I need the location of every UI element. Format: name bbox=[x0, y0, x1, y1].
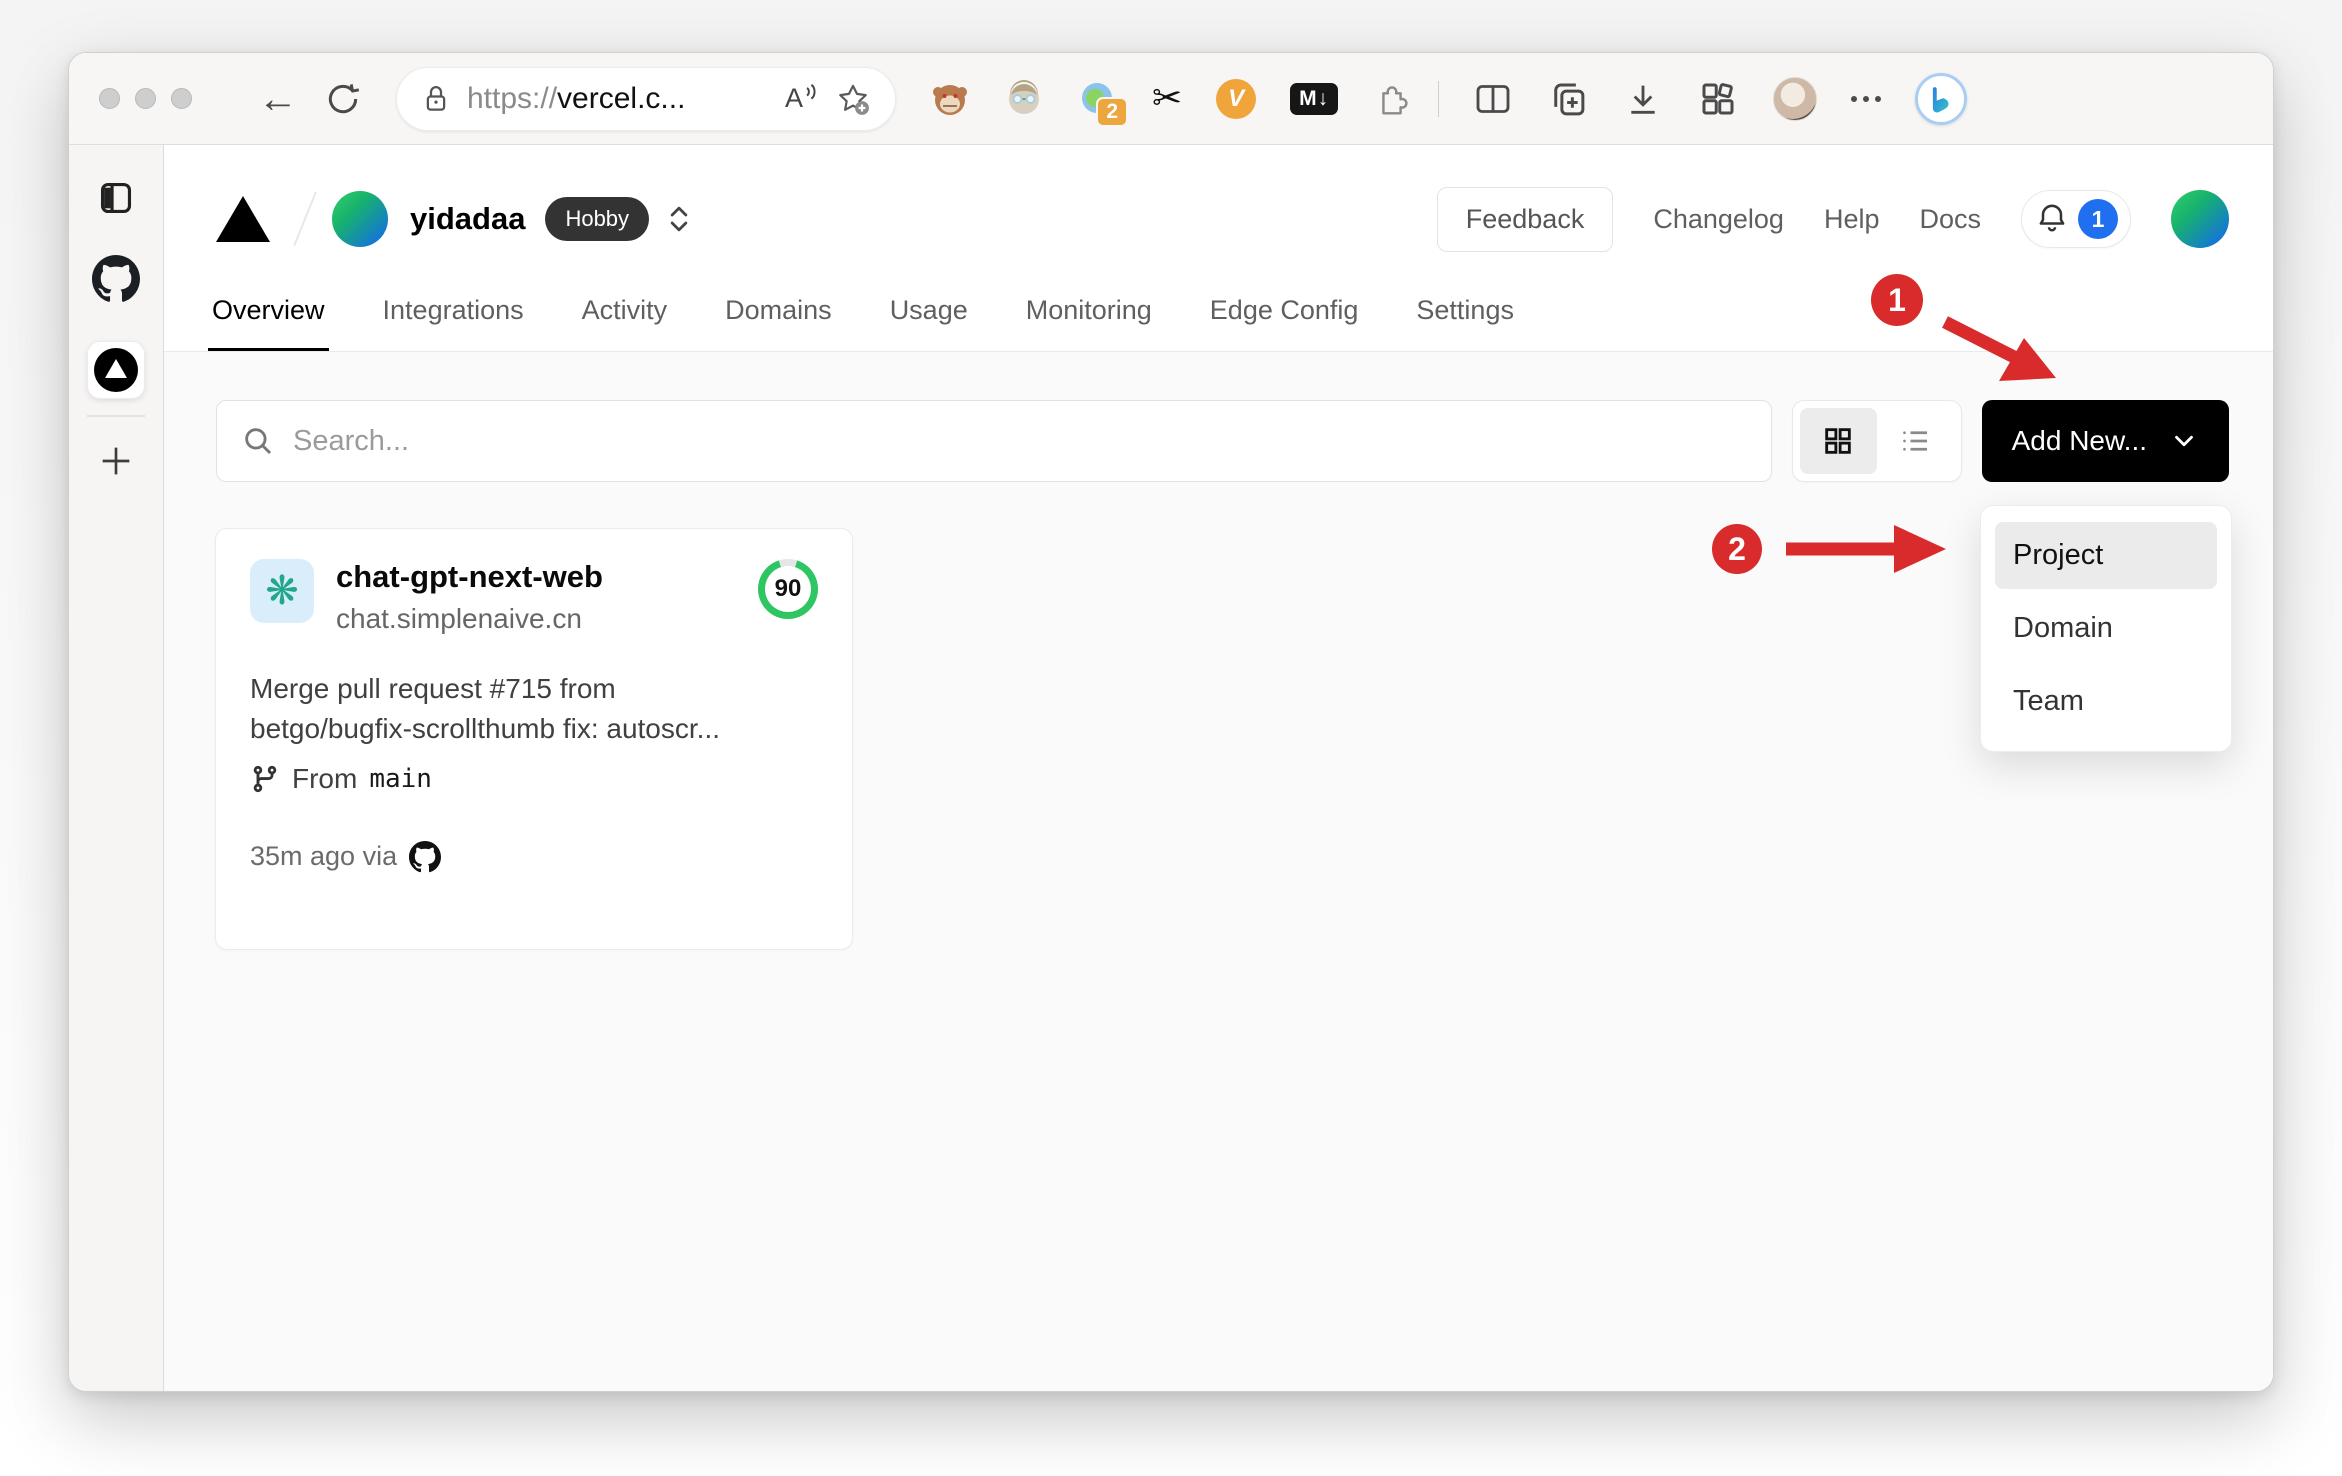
project-name[interactable]: chat-gpt-next-web bbox=[336, 559, 758, 595]
grandma-extension-icon[interactable] bbox=[1004, 79, 1044, 119]
feedback-button[interactable]: Feedback bbox=[1436, 186, 1614, 252]
list-view-icon bbox=[1903, 431, 1928, 451]
tab-integrations[interactable]: Integrations bbox=[379, 295, 528, 351]
menu-item-project[interactable]: Project bbox=[1995, 522, 2217, 589]
downloads-icon[interactable] bbox=[1623, 79, 1663, 119]
minimize-window-button[interactable] bbox=[135, 88, 156, 109]
tab-group-badge: 2 bbox=[1096, 96, 1128, 127]
docs-link[interactable]: Docs bbox=[1919, 204, 1981, 235]
commit-message: Merge pull request #715 from betgo/bugfi… bbox=[250, 669, 818, 749]
notifications-button[interactable]: 1 bbox=[2021, 190, 2131, 248]
edge-sidebar bbox=[69, 145, 164, 1391]
split-screen-icon[interactable] bbox=[1473, 79, 1513, 119]
v-extension-icon[interactable]: V bbox=[1216, 78, 1257, 119]
new-tab-icon[interactable] bbox=[96, 441, 136, 481]
tampermonkey-icon[interactable] bbox=[930, 79, 970, 119]
extensions-area: 2 ✂ V M↓ bbox=[930, 78, 1412, 127]
vertical-tabs-icon[interactable] bbox=[97, 179, 135, 217]
lock-icon[interactable] bbox=[421, 82, 451, 116]
branch-from-label: From bbox=[292, 762, 358, 794]
sidebar-divider bbox=[87, 415, 145, 417]
tab-group-extension-icon[interactable]: 2 bbox=[1078, 79, 1128, 127]
score-ring[interactable]: 90 bbox=[758, 559, 818, 619]
vercel-header: yidadaa Hobby Feedback Changelog Help Do… bbox=[164, 145, 2273, 352]
view-toggle bbox=[1791, 400, 1962, 482]
vercel-logo[interactable] bbox=[216, 196, 270, 242]
tab-domains[interactable]: Domains bbox=[721, 295, 836, 351]
traffic-lights bbox=[99, 88, 192, 109]
v-extension-label: V bbox=[1228, 84, 1245, 112]
tab-settings[interactable]: Settings bbox=[1412, 295, 1518, 351]
tab-edge-config[interactable]: Edge Config bbox=[1206, 295, 1363, 351]
url-text[interactable]: https://vercel.c... bbox=[467, 82, 769, 116]
vercel-icon bbox=[94, 348, 138, 392]
vercel-page: yidadaa Hobby Feedback Changelog Help Do… bbox=[164, 145, 2273, 1391]
read-aloud-letter: A bbox=[784, 83, 803, 113]
add-new-dropdown: Project Domain Team bbox=[1980, 505, 2232, 752]
commit-line-1: Merge pull request #715 from bbox=[250, 673, 616, 704]
tab-overview[interactable]: Overview bbox=[208, 295, 329, 351]
github-icon bbox=[409, 840, 442, 872]
markdown-extension-icon[interactable]: M↓ bbox=[1290, 82, 1339, 115]
plan-badge: Hobby bbox=[545, 197, 650, 241]
browser-window: ← https://vercel.c... A 2 ✂ V M↓ yidadaa… bbox=[68, 52, 2274, 1392]
tab-monitoring[interactable]: Monitoring bbox=[1022, 295, 1156, 351]
extensions-puzzle-icon[interactable] bbox=[1372, 79, 1412, 119]
help-link[interactable]: Help bbox=[1824, 204, 1880, 235]
user-avatar[interactable] bbox=[2171, 190, 2229, 248]
dashboard-body: Add New... ❋ chat-gpt-next-web chat.simp… bbox=[164, 352, 2273, 1391]
deploy-time: 35m ago via bbox=[250, 841, 398, 871]
window-body: yidadaa Hobby Feedback Changelog Help Do… bbox=[69, 145, 2273, 1391]
chevron-down-icon bbox=[2175, 435, 2193, 447]
grid-view-button[interactable] bbox=[1799, 408, 1877, 474]
dashboard-tabs: Overview Integrations Activity Domains U… bbox=[208, 295, 1518, 351]
browser-profile-avatar[interactable] bbox=[1773, 76, 1818, 121]
collections-add-icon[interactable] bbox=[1547, 78, 1589, 120]
git-branch-icon bbox=[253, 765, 277, 792]
toolbar-divider bbox=[1438, 80, 1440, 117]
url-scheme: https:// bbox=[467, 81, 558, 115]
add-new-label: Add New... bbox=[2011, 425, 2147, 456]
toolbar-right-icons bbox=[1473, 72, 1968, 125]
search-icon bbox=[245, 428, 272, 455]
bell-icon bbox=[2039, 204, 2065, 232]
score-value: 90 bbox=[765, 566, 811, 612]
list-view-button[interactable] bbox=[1877, 408, 1954, 474]
markdown-extension-label: M↓ bbox=[1299, 86, 1330, 110]
reload-icon[interactable] bbox=[324, 80, 362, 118]
project-card[interactable]: ❋ chat-gpt-next-web chat.simplenaive.cn … bbox=[215, 528, 853, 950]
back-icon[interactable]: ← bbox=[258, 79, 298, 119]
notification-count-badge: 1 bbox=[2078, 199, 2118, 239]
menu-item-domain[interactable]: Domain bbox=[1995, 595, 2217, 662]
project-search bbox=[216, 400, 1772, 482]
address-bar[interactable]: https://vercel.c... A bbox=[396, 66, 896, 131]
tab-usage[interactable]: Usage bbox=[886, 295, 972, 351]
url-host: vercel.c... bbox=[557, 81, 686, 115]
search-input[interactable] bbox=[293, 424, 1747, 458]
vercel-sidebar-tab[interactable] bbox=[87, 341, 145, 399]
menu-item-team[interactable]: Team bbox=[1995, 668, 2217, 735]
bing-chat-icon[interactable] bbox=[1915, 72, 1968, 125]
team-switcher-icon[interactable] bbox=[667, 203, 691, 235]
github-sidebar-icon[interactable] bbox=[92, 255, 140, 303]
zoom-window-button[interactable] bbox=[171, 88, 192, 109]
add-new-button[interactable]: Add New... bbox=[1981, 400, 2229, 482]
team-name[interactable]: yidadaa bbox=[410, 201, 525, 237]
read-aloud-icon[interactable]: A bbox=[785, 83, 819, 114]
grid-view-icon bbox=[1825, 428, 1851, 454]
breadcrumb-slash bbox=[293, 191, 317, 247]
branch-name: main bbox=[369, 763, 432, 794]
scissors-extension-icon[interactable]: ✂ bbox=[1152, 78, 1182, 119]
apps-launcher-icon[interactable] bbox=[1697, 78, 1739, 120]
team-avatar bbox=[332, 191, 388, 247]
tab-activity[interactable]: Activity bbox=[578, 295, 672, 351]
project-domain[interactable]: chat.simplenaive.cn bbox=[336, 603, 758, 635]
openai-project-icon: ❋ bbox=[250, 559, 314, 623]
more-menu-icon[interactable] bbox=[1851, 95, 1882, 102]
commit-line-2: betgo/bugfix-scrollthumb fix: autoscr... bbox=[250, 712, 720, 744]
changelog-link[interactable]: Changelog bbox=[1653, 204, 1784, 235]
close-window-button[interactable] bbox=[99, 88, 120, 109]
add-favorite-icon[interactable] bbox=[835, 81, 871, 117]
browser-toolbar: ← https://vercel.c... A 2 ✂ V M↓ bbox=[69, 53, 2273, 145]
